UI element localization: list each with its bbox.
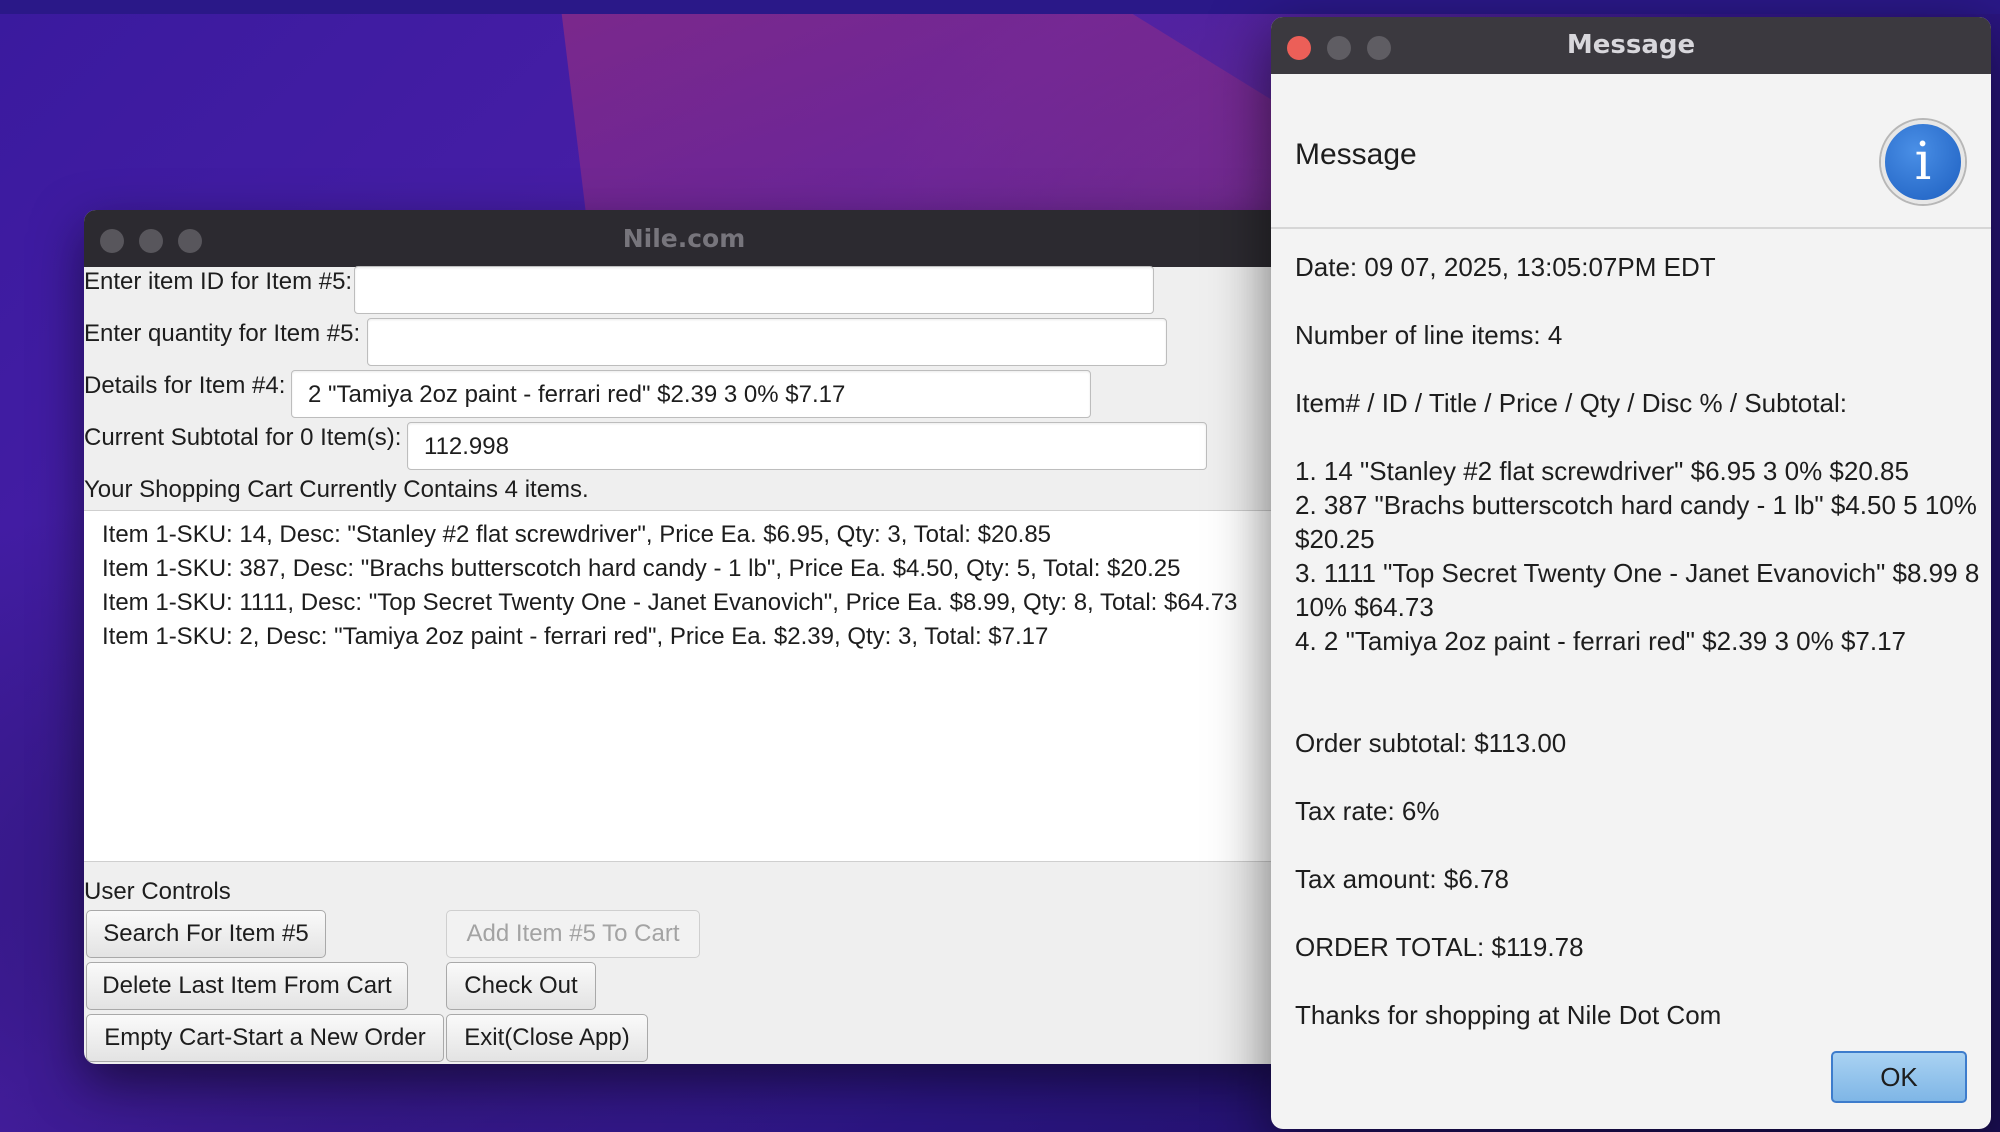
receipt-item: 4. 2 "Tamiya 2oz paint - ferrari red" $2… xyxy=(1295,626,1907,656)
receipt-item: 3. 1111 "Top Secret Twenty One - Janet E… xyxy=(1295,558,1980,588)
check-out-button[interactable]: Check Out xyxy=(446,962,596,1010)
add-to-cart-button[interactable]: Add Item #5 To Cart xyxy=(446,910,700,958)
search-item-button[interactable]: Search For Item #5 xyxy=(86,910,326,958)
cart-list-item[interactable]: Item 1-SKU: 14, Desc: "Stanley #2 flat s… xyxy=(102,521,1051,549)
user-controls-label: User Controls xyxy=(84,878,231,905)
tax-rate: Tax rate: 6% xyxy=(1295,796,1440,826)
receipt-item: 10% $64.73 xyxy=(1295,592,1434,622)
minimize-dialog-icon[interactable] xyxy=(1327,36,1351,60)
cart-header: Your Shopping Cart Currently Contains 4 … xyxy=(84,476,589,503)
message-header-title: Message xyxy=(1295,138,1417,171)
details-label: Details for Item #4: xyxy=(84,372,286,399)
main-titlebar[interactable]: Nile.com xyxy=(84,210,1284,267)
cart-list[interactable]: Item 1-SKU: 14, Desc: "Stanley #2 flat s… xyxy=(84,510,1284,862)
empty-cart-button[interactable]: Empty Cart-Start a New Order xyxy=(86,1014,444,1062)
receipt-item: 2. 387 "Brachs butterscotch hard candy -… xyxy=(1295,490,1977,520)
nile-main-window: Nile.com Enter item ID for Item #5: Ente… xyxy=(84,210,1284,1064)
menu-bar xyxy=(0,0,2000,14)
details-field[interactable]: 2 "Tamiya 2oz paint - ferrari red" $2.39… xyxy=(291,370,1091,418)
order-subtotal: Order subtotal: $113.00 xyxy=(1295,728,1567,758)
cart-list-item[interactable]: Item 1-SKU: 2, Desc: "Tamiya 2oz paint -… xyxy=(102,623,1048,651)
message-dialog: Message Message i Date: 09 07, 2025, 13:… xyxy=(1271,17,1991,1129)
order-total: ORDER TOTAL: $119.78 xyxy=(1295,932,1584,962)
cart-list-item[interactable]: Item 1-SKU: 387, Desc: "Brachs buttersco… xyxy=(102,555,1180,583)
cart-list-item[interactable]: Item 1-SKU: 1111, Desc: "Top Secret Twen… xyxy=(102,589,1237,617)
thanks-message: Thanks for shopping at Nile Dot Com xyxy=(1295,1000,1722,1030)
info-icon: i xyxy=(1881,120,1965,204)
exit-app-button[interactable]: Exit(Close App) xyxy=(446,1014,648,1062)
close-window-icon[interactable] xyxy=(100,229,124,253)
subtotal-field[interactable]: 112.998 xyxy=(407,422,1207,470)
item-id-input[interactable] xyxy=(354,266,1154,314)
minimize-window-icon[interactable] xyxy=(139,229,163,253)
subtotal-label: Current Subtotal for 0 Item(s): xyxy=(84,424,402,451)
quantity-label: Enter quantity for Item #5: xyxy=(84,320,361,347)
receipt-item: 1. 14 "Stanley #2 flat screwdriver" $6.9… xyxy=(1295,456,1909,486)
ok-button[interactable]: OK xyxy=(1831,1051,1967,1103)
tax-amount: Tax amount: $6.78 xyxy=(1295,864,1509,894)
zoom-dialog-icon[interactable] xyxy=(1367,36,1391,60)
zoom-window-icon[interactable] xyxy=(178,229,202,253)
line-item-count: Number of line items: 4 xyxy=(1295,320,1563,350)
message-header: Message i xyxy=(1271,74,1991,229)
message-title: Message xyxy=(1566,30,1696,60)
column-headers: Item# / ID / Title / Price / Qty / Disc … xyxy=(1295,388,1847,418)
close-dialog-icon[interactable] xyxy=(1287,36,1311,60)
quantity-input[interactable] xyxy=(367,318,1167,366)
receipt-item: $20.25 xyxy=(1295,524,1375,554)
item-id-label: Enter item ID for Item #5: xyxy=(84,268,353,295)
delete-last-item-button[interactable]: Delete Last Item From Cart xyxy=(86,962,408,1010)
main-window-title: Nile.com xyxy=(622,224,746,253)
order-date: Date: 09 07, 2025, 13:05:07PM EDT xyxy=(1295,252,1716,282)
message-titlebar[interactable]: Message xyxy=(1271,17,1991,74)
